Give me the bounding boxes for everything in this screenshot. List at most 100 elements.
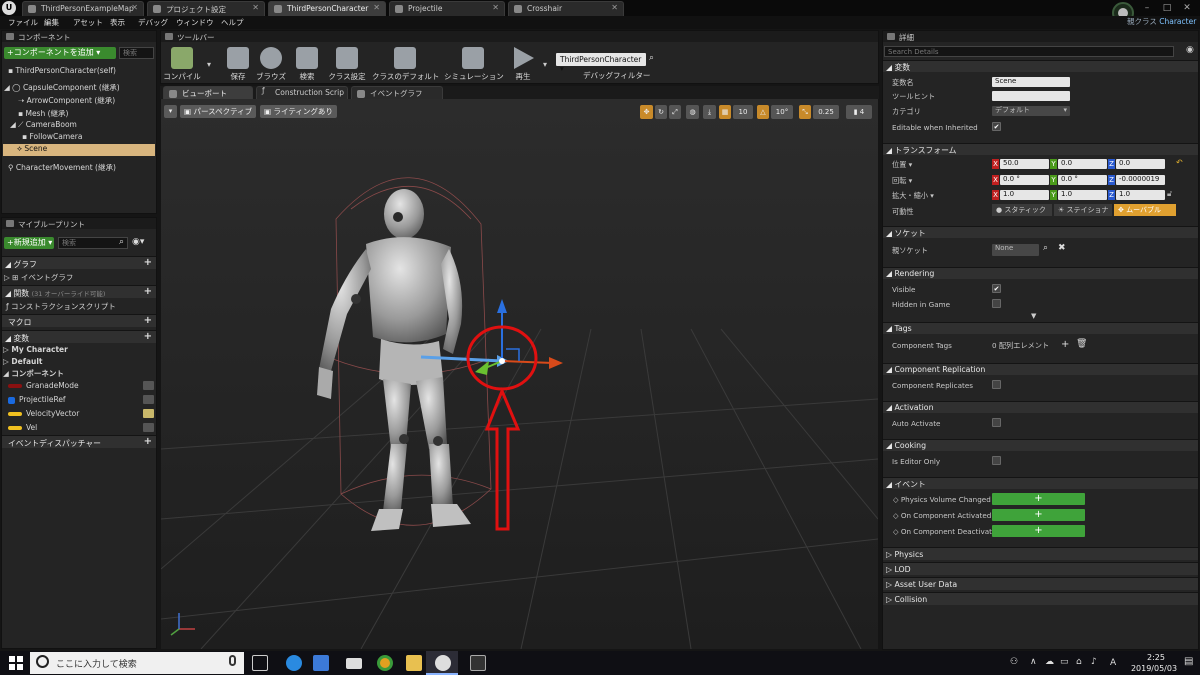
- edge-browser-icon[interactable]: [286, 655, 302, 671]
- section-macros[interactable]: マクロ +: [2, 314, 156, 327]
- var-category-mycharacter[interactable]: ▷ My Character: [3, 345, 68, 354]
- task-view-icon[interactable]: [252, 655, 268, 671]
- search-icon[interactable]: ⌕: [119, 237, 124, 247]
- variable-velocityvector[interactable]: VelocityVector: [8, 409, 79, 418]
- section-variables[interactable]: ◢ 変数 +: [2, 330, 156, 343]
- tab-event-graph[interactable]: イベントグラフ: [351, 86, 443, 99]
- browse-button[interactable]: ブラウズ: [251, 45, 291, 85]
- component-search-input[interactable]: 検索: [119, 47, 154, 59]
- class-defaults-button[interactable]: クラスのデフォルト: [372, 45, 439, 85]
- component-mesh[interactable]: ▪ Mesh (継承): [18, 108, 68, 119]
- file-explorer-icon[interactable]: [406, 655, 422, 671]
- mail-icon[interactable]: [346, 658, 362, 669]
- visible-checkbox[interactable]: ✔: [992, 284, 1001, 293]
- rotation-snap-icon[interactable]: △: [757, 105, 769, 119]
- battery-icon[interactable]: ▭: [1060, 657, 1069, 667]
- eye-closed-icon[interactable]: [143, 423, 154, 432]
- camera-speed-button[interactable]: ▮ 4: [846, 105, 872, 119]
- blueprint-search-input[interactable]: 検索: [58, 237, 128, 249]
- section-event-dispatchers[interactable]: イベントディスパッチャー +: [2, 435, 156, 448]
- menu-file[interactable]: ファイル: [8, 17, 38, 28]
- details-section-collision[interactable]: ▷ Collision: [883, 592, 1198, 605]
- scale-x-field[interactable]: 1.0: [1000, 190, 1049, 200]
- component-scene[interactable]: ⟡ Scene: [3, 144, 155, 156]
- variable-vel[interactable]: Vel: [8, 423, 37, 432]
- variable-granademode[interactable]: GranadeMode: [8, 381, 79, 390]
- details-section-asset-user-data[interactable]: ▷ Asset User Data: [883, 577, 1198, 590]
- construction-script-item[interactable]: ƒ コンストラクションスクリプト: [6, 301, 116, 312]
- add-tag-icon[interactable]: +: [1061, 339, 1069, 350]
- viewport-scene[interactable]: [161, 99, 878, 649]
- minimize-button[interactable]: –: [1136, 0, 1158, 16]
- details-view-options-icon[interactable]: ◉: [1186, 45, 1194, 55]
- category-select[interactable]: デフォルト ▾: [992, 106, 1070, 116]
- variable-projectileref[interactable]: ProjectileRef: [8, 395, 66, 404]
- simulation-button[interactable]: シミュレーション: [444, 45, 504, 85]
- location-z-field[interactable]: 0.0: [1116, 159, 1165, 169]
- close-window-button[interactable]: ✕: [1176, 0, 1198, 16]
- rotation-z-field[interactable]: -0.0000019: [1116, 175, 1165, 185]
- component-replicates-checkbox[interactable]: [992, 380, 1001, 389]
- debug-object-select[interactable]: ThirdPersonCharacter ▾: [556, 53, 646, 73]
- details-section-lod[interactable]: ▷ LOD: [883, 562, 1198, 575]
- tab-third-person-character[interactable]: ThirdPersonCharacter ✕: [268, 1, 386, 16]
- details-section-tags[interactable]: ◢ Tags: [883, 322, 1198, 334]
- add-dispatcher-icon[interactable]: +: [144, 436, 152, 447]
- add-variable-icon[interactable]: +: [144, 331, 152, 342]
- menu-window[interactable]: ウィンドウ: [176, 17, 214, 28]
- editable-inherited-checkbox[interactable]: ✔: [992, 122, 1001, 131]
- details-section-activation[interactable]: ◢ Activation: [883, 401, 1198, 413]
- menu-edit[interactable]: 編集: [44, 17, 59, 28]
- windows-start-icon[interactable]: [9, 656, 23, 670]
- add-new-button[interactable]: +新規追加 ▾: [4, 237, 54, 249]
- debug-search-icon[interactable]: ⌕: [649, 53, 654, 63]
- details-section-events[interactable]: ◢ イベント: [883, 477, 1198, 489]
- details-section-replication[interactable]: ◢ Component Replication: [883, 363, 1198, 375]
- scale-snap-icon[interactable]: ⤡: [799, 105, 811, 119]
- details-section-socket[interactable]: ◢ ソケット: [883, 226, 1198, 238]
- parent-socket-field[interactable]: None: [992, 244, 1039, 256]
- add-macro-icon[interactable]: +: [144, 315, 152, 326]
- eye-closed-icon[interactable]: [143, 395, 154, 404]
- eye-open-icon[interactable]: [143, 409, 154, 418]
- grid-snap-icon[interactable]: ▦: [719, 105, 731, 119]
- component-arrow[interactable]: ➝ ArrowComponent (継承): [18, 95, 115, 106]
- menu-help[interactable]: ヘルプ: [221, 17, 244, 28]
- tab-project-settings[interactable]: プロジェクト設定 ✕: [147, 1, 265, 16]
- component-capsule[interactable]: ◢ ◯ CapsuleComponent (継承): [4, 82, 120, 93]
- play-button[interactable]: 再生: [506, 45, 540, 85]
- details-section-transform[interactable]: ◢ トランスフォーム: [883, 143, 1198, 155]
- location-x-field[interactable]: 50.0: [1000, 159, 1049, 169]
- network-icon[interactable]: ⌂: [1076, 657, 1082, 667]
- ime-indicator[interactable]: A: [1110, 658, 1116, 668]
- tray-chevron-icon[interactable]: ∧: [1030, 657, 1037, 667]
- event-graph-item[interactable]: ▷ ⊞ イベントグラフ: [4, 272, 73, 283]
- people-icon[interactable]: ⚇: [1010, 657, 1018, 667]
- rotation-snap-value[interactable]: 10°: [771, 105, 793, 119]
- advanced-expand-icon[interactable]: ▼: [1031, 312, 1036, 320]
- eye-icon[interactable]: ◉▾: [132, 237, 144, 247]
- scale-y-field[interactable]: 1.0: [1058, 190, 1107, 200]
- close-icon[interactable]: ✕: [131, 3, 138, 12]
- tab-map[interactable]: ThirdPersonExampleMap ✕: [22, 1, 144, 16]
- close-icon[interactable]: ✕: [252, 3, 259, 12]
- socket-clear-icon[interactable]: ✖: [1058, 243, 1066, 253]
- rotation-x-field[interactable]: 0.0 °: [1000, 175, 1049, 185]
- microphone-icon[interactable]: [229, 655, 236, 666]
- add-graph-icon[interactable]: +: [144, 257, 152, 268]
- add-on-component-deactivate-button[interactable]: +: [992, 525, 1085, 537]
- var-category-components[interactable]: ◢ コンポーネント: [3, 368, 64, 379]
- details-section-cooking[interactable]: ◢ Cooking: [883, 439, 1198, 451]
- details-search-input[interactable]: Search Details: [884, 46, 1174, 57]
- mobility-static-option[interactable]: ● スタティック: [992, 204, 1052, 216]
- hidden-in-game-checkbox[interactable]: [992, 299, 1001, 308]
- add-physics-volume-changed-button[interactable]: +: [992, 493, 1085, 505]
- component-cameraboom[interactable]: ◢ ⟋ CameraBoom: [10, 120, 77, 130]
- close-icon[interactable]: ✕: [492, 3, 499, 12]
- tab-construction-script[interactable]: ƒ Construction Scrip: [256, 86, 348, 99]
- variable-name-field[interactable]: Scene: [992, 77, 1070, 87]
- clock-time[interactable]: 2:25: [1136, 653, 1176, 662]
- tooltip-field[interactable]: [992, 91, 1070, 101]
- viewport-options-chevron-icon[interactable]: ▾: [164, 105, 177, 118]
- viewport[interactable]: [161, 99, 878, 649]
